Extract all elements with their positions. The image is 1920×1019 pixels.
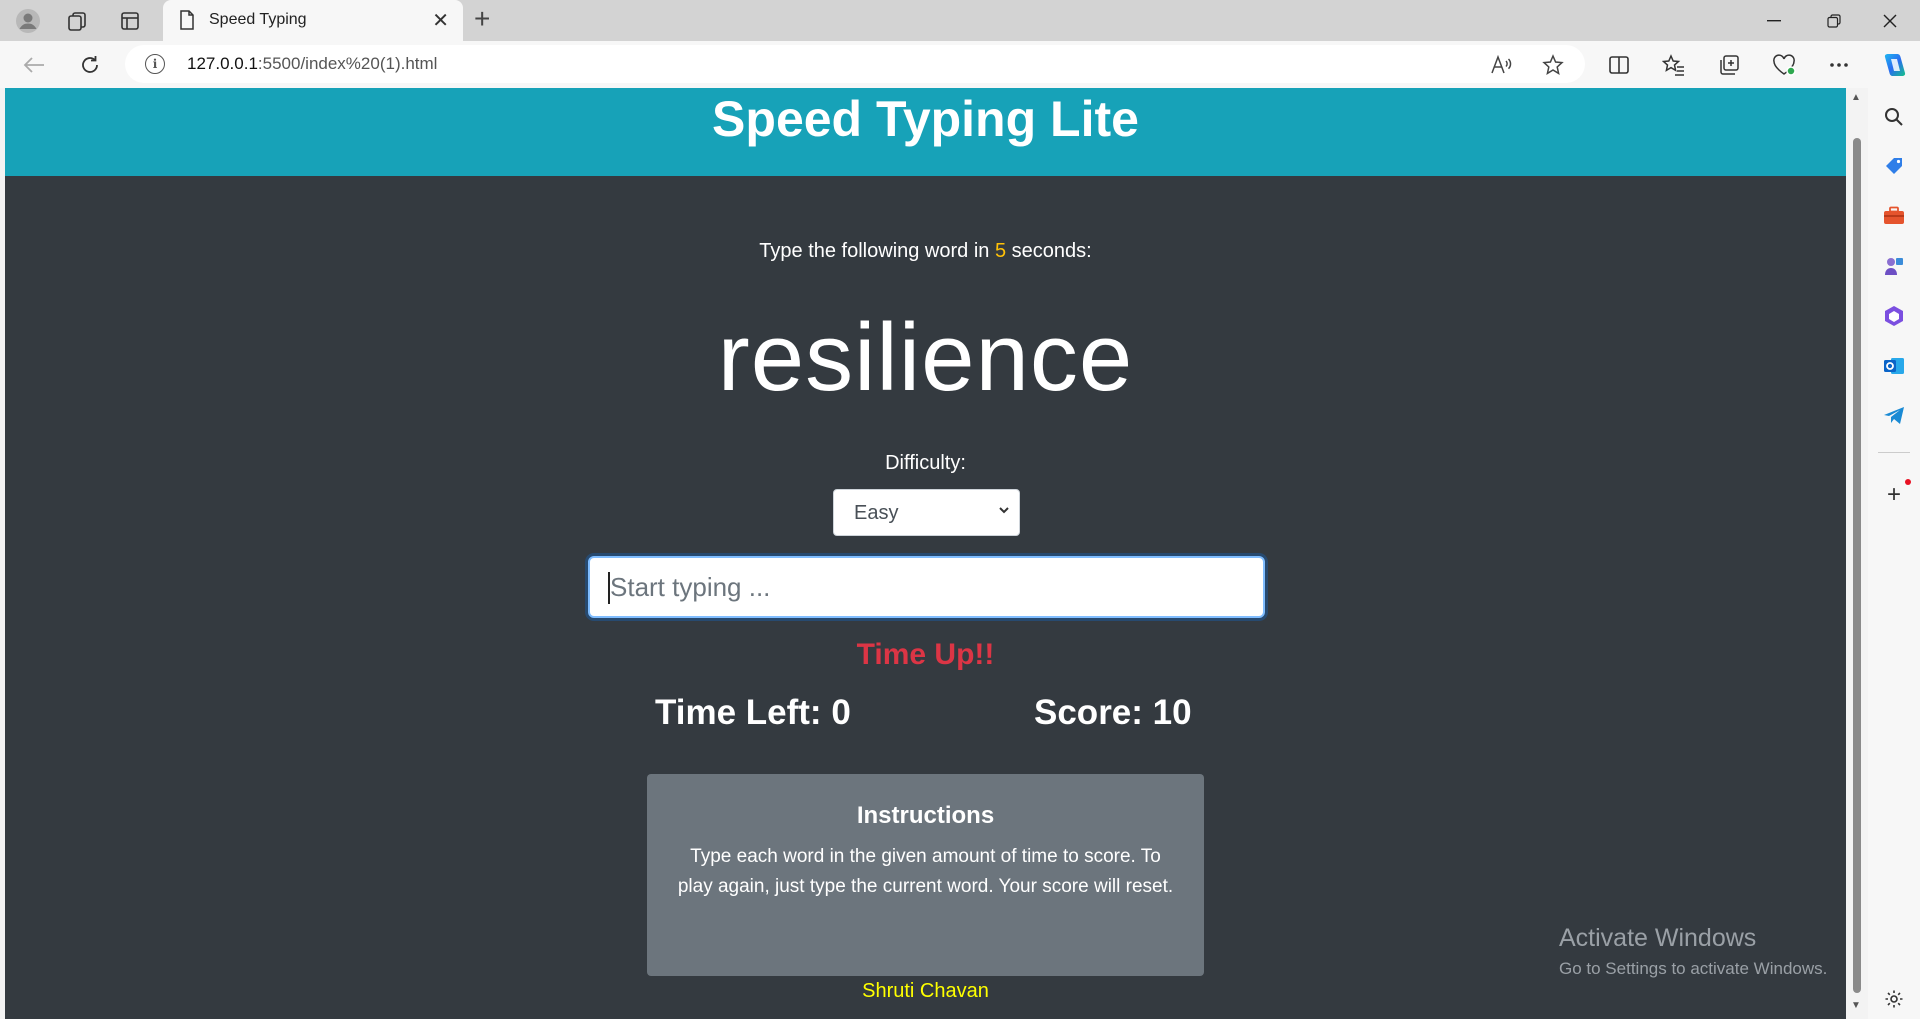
chevron-down-icon: [997, 503, 1011, 522]
page-title: Speed Typing Lite: [712, 91, 1139, 147]
microsoft365-icon[interactable]: [1882, 304, 1906, 328]
favorites-icon[interactable]: [1658, 49, 1690, 81]
more-icon[interactable]: [1823, 49, 1855, 81]
activate-windows-subtitle: Go to Settings to activate Windows.: [1559, 959, 1828, 978]
restore-button[interactable]: [1806, 0, 1862, 41]
status-message: Time Up!!: [856, 638, 995, 671]
scroll-up-icon[interactable]: ▲: [1851, 92, 1861, 103]
add-icon[interactable]: +: [1882, 481, 1906, 508]
new-tab-icon[interactable]: +: [474, 3, 490, 35]
word-prompt: Type the following word in 5 seconds:: [759, 240, 1092, 262]
collections-icon[interactable]: [1713, 49, 1745, 81]
instructions-body: Type each word in the given amount of ti…: [677, 846, 1174, 897]
notification-dot: [1905, 479, 1911, 485]
favorite-star-icon[interactable]: [1539, 51, 1567, 79]
close-icon[interactable]: ✕: [432, 8, 449, 33]
info-icon[interactable]: i: [145, 54, 165, 74]
search-icon[interactable]: [1882, 105, 1906, 129]
scroll-down-icon[interactable]: ▼: [1851, 1000, 1861, 1011]
profile-icon[interactable]: [12, 5, 44, 37]
active-tab[interactable]: Speed Typing ✕: [163, 0, 463, 41]
difficulty-label: Difficulty:: [885, 452, 966, 474]
url-text[interactable]: 127.0.0.1:5500/index%20(1).html: [187, 54, 437, 74]
shopping-icon[interactable]: [1882, 154, 1906, 178]
difficulty-selected-value: Easy: [854, 502, 899, 524]
scroll-thumb[interactable]: [1853, 138, 1861, 993]
tab-actions-icon[interactable]: [114, 5, 146, 37]
outlook-icon[interactable]: [1882, 354, 1906, 378]
time-left: Time Left: 0: [655, 693, 851, 732]
workspaces-icon[interactable]: [61, 5, 93, 37]
page-header: Speed Typing Lite: [5, 88, 1846, 176]
telegram-icon[interactable]: [1882, 404, 1906, 428]
typing-placeholder: Start typing ...: [610, 572, 771, 602]
tools-icon[interactable]: [1882, 204, 1906, 228]
back-icon[interactable]: [18, 49, 50, 81]
close-window-button[interactable]: [1862, 0, 1918, 41]
address-toolbar: i 127.0.0.1:5500/index%20(1).html: [0, 41, 1920, 88]
split-screen-icon[interactable]: [1603, 49, 1635, 81]
read-aloud-icon[interactable]: [1487, 51, 1515, 79]
difficulty-select[interactable]: Easy: [833, 489, 1020, 536]
minimize-button[interactable]: [1746, 0, 1802, 41]
page-icon: [179, 10, 195, 35]
games-icon[interactable]: [1882, 254, 1906, 278]
tab-bar: Speed Typing ✕ +: [0, 0, 1920, 41]
instructions-title: Instructions: [856, 802, 995, 829]
edge-sidebar: +: [1868, 88, 1920, 1019]
current-word: resilience: [717, 304, 1134, 411]
author-credit: Shruti Chavan: [862, 980, 989, 1002]
settings-icon[interactable]: [1882, 987, 1906, 1011]
page-viewport: Speed Typing Lite Type the following wor…: [5, 88, 1846, 1019]
copilot-icon[interactable]: [1878, 49, 1910, 81]
score: Score: 10: [1034, 693, 1192, 732]
address-bar[interactable]: i 127.0.0.1:5500/index%20(1).html: [125, 45, 1585, 83]
prompt-seconds: 5: [994, 240, 1007, 262]
activate-windows-title: Activate Windows: [1559, 924, 1757, 952]
refresh-icon[interactable]: [74, 49, 106, 81]
tab-title: Speed Typing: [209, 11, 307, 28]
page-scrollbar[interactable]: ▲ ▼: [1846, 88, 1868, 1019]
activate-windows-watermark: Activate Windows Go to Settings to activ…: [1559, 924, 1827, 979]
typing-input[interactable]: Start typing ...: [588, 556, 1265, 618]
instructions-card: Instructions Type each word in the given…: [647, 774, 1204, 976]
browser-essentials-icon[interactable]: [1768, 49, 1800, 81]
sidebar-divider: [1878, 452, 1910, 453]
